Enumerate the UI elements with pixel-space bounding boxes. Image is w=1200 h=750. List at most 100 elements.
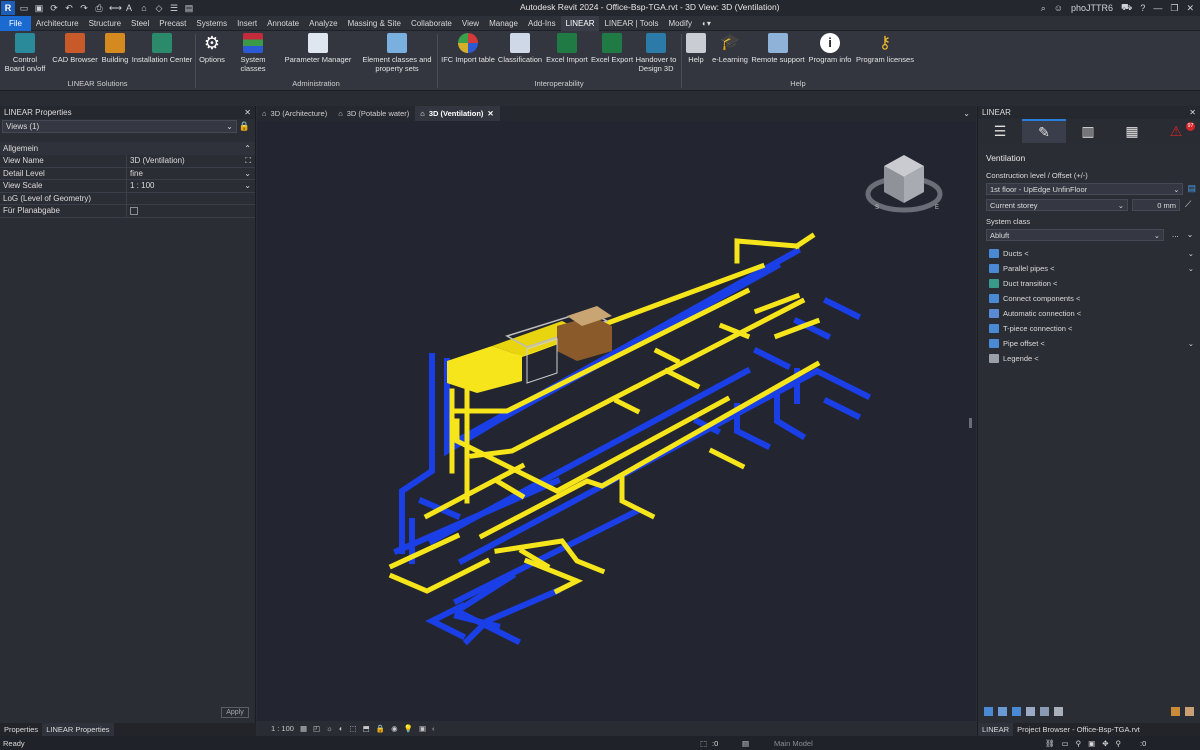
ribbon-extra-icon[interactable]: ◐▾	[697, 16, 716, 31]
property-value-cell[interactable]: fine ⌄	[127, 169, 255, 178]
ribbon-tab-insert[interactable]: Insert	[232, 16, 262, 31]
ribbon-tab-linear[interactable]: LINEAR	[560, 15, 600, 31]
tool-item-duct[interactable]: Ducts < ⌄	[989, 246, 1196, 261]
undo-icon[interactable]: ↶	[64, 3, 74, 14]
help-icon[interactable]: ?	[1140, 3, 1145, 13]
offset-input[interactable]: 0 mm	[1132, 199, 1180, 211]
columns-icon[interactable]: ▥	[1066, 119, 1110, 143]
print-icon[interactable]: ⎙	[94, 3, 104, 14]
ribbon-tab-structure[interactable]: Structure	[84, 16, 126, 31]
handover-button[interactable]: Handover to Design 3D	[634, 33, 678, 73]
user-icon[interactable]: ☺	[1054, 3, 1063, 13]
chevron-down-icon[interactable]: ⌄	[1188, 249, 1194, 258]
lock-view-icon[interactable]: 🔒	[376, 724, 385, 733]
property-row[interactable]: Detail Level fine ⌄	[0, 167, 255, 180]
tab-project-browser[interactable]: Project Browser - Office-Bsp-TGA.rvt	[1013, 723, 1144, 736]
property-row[interactable]: View Name 3D (Ventilation) ⛶	[0, 155, 255, 168]
remote-support-button[interactable]: Remote support	[751, 33, 805, 64]
close-hidden-icon[interactable]: ▤	[184, 3, 194, 14]
tool-icon[interactable]	[1026, 707, 1035, 716]
maximize-icon[interactable]: ❐	[1170, 3, 1178, 14]
design-options-icon[interactable]: ▤	[742, 739, 749, 748]
ribbon-tab-file[interactable]: File	[0, 15, 31, 31]
drag-icon[interactable]: ✥	[1102, 739, 1108, 748]
element-classes-button[interactable]: Element classes and property sets	[360, 33, 434, 73]
viewcube[interactable]: S E	[865, 155, 943, 213]
select-pinned-icon[interactable]: ⚲	[1076, 739, 1082, 748]
viewport-scroll-handle[interactable]	[969, 418, 972, 428]
tool-item-pipe-offset[interactable]: Pipe offset < ⌄	[989, 336, 1196, 351]
tool-item-t-piece[interactable]: T-piece connection <	[989, 321, 1196, 336]
person-icon[interactable]	[1185, 707, 1194, 716]
select-face-icon[interactable]: ▣	[1088, 739, 1095, 748]
stamp-icon[interactable]	[1171, 707, 1180, 716]
scroll-left-icon[interactable]: ‹	[432, 724, 435, 733]
classification-button[interactable]: Classification	[497, 33, 543, 64]
tab-menu-icon[interactable]: ⌄	[963, 109, 970, 118]
tool-icon[interactable]	[984, 707, 993, 716]
ifc-import-button[interactable]: IFC Import table	[440, 33, 496, 64]
storey-dropdown[interactable]: Current storey ⌄	[986, 199, 1128, 211]
tool-item-parallel-pipes[interactable]: Parallel pipes < ⌄	[989, 261, 1196, 276]
chevron-down-icon[interactable]: ⌄	[1188, 339, 1194, 348]
show-crop-icon[interactable]: ⬒	[363, 724, 370, 733]
workset-icon[interactable]: ⬚	[700, 739, 707, 748]
system-class-dropdown[interactable]: Abluft ⌄	[986, 229, 1164, 241]
ribbon-tab-manage[interactable]: Manage	[484, 16, 523, 31]
edit-icon[interactable]: ✎	[1022, 119, 1066, 143]
sun-path-icon[interactable]: ☼	[326, 724, 333, 733]
tool-item-automatic-connection[interactable]: Automatic connection <	[989, 306, 1196, 321]
visual-style-icon[interactable]: ◰	[313, 724, 320, 733]
e-learning-button[interactable]: 🎓 e-Learning	[710, 33, 750, 64]
tool-icon[interactable]	[1012, 707, 1021, 716]
property-value-cell[interactable]	[127, 206, 255, 215]
crop-view-icon[interactable]: ⬚	[350, 724, 357, 733]
chevron-down-icon[interactable]: ⌄	[1187, 230, 1194, 239]
level-icon[interactable]: ▤	[1187, 183, 1196, 194]
search-icon[interactable]: ⌕	[1041, 3, 1046, 14]
open-icon[interactable]: ▭	[19, 3, 29, 14]
tool-icon[interactable]	[998, 707, 1007, 716]
select-underlay-icon[interactable]: ▭	[1062, 739, 1069, 748]
view-tab-ventilation[interactable]: ⌂ 3D (Ventilation) ✕	[415, 106, 500, 121]
tab-linear-properties[interactable]: LINEAR Properties	[42, 723, 114, 736]
select-links-icon[interactable]: ⛓	[1045, 739, 1055, 748]
tool-icon[interactable]	[1040, 707, 1049, 716]
thin-lines-icon[interactable]: ☰	[169, 3, 179, 14]
property-row[interactable]: LoG (Level of Geometry)	[0, 192, 255, 205]
ribbon-tab-analyze[interactable]: Analyze	[304, 16, 342, 31]
section-icon[interactable]: ◇	[154, 3, 164, 14]
excel-export-button[interactable]: Excel Export	[590, 33, 634, 64]
help-button[interactable]: Help	[684, 33, 708, 64]
tool-icon[interactable]	[1054, 707, 1063, 716]
pick-icon[interactable]: ⟋	[1185, 199, 1191, 210]
cart-icon[interactable]: ⛟	[1121, 2, 1132, 14]
system-classes-button[interactable]: System classes	[227, 33, 279, 73]
cad-browser-button[interactable]: CAD Browser	[52, 33, 98, 64]
calculator-icon[interactable]: ▦	[1110, 119, 1154, 143]
air-handling-unit[interactable]	[447, 306, 612, 393]
filter-icon[interactable]: ⚲	[1116, 739, 1122, 748]
ribbon-tab-systems[interactable]: Systems	[191, 16, 232, 31]
ribbon-tab-architecture[interactable]: Architecture	[31, 16, 84, 31]
views-dropdown[interactable]: Views (1) ⌄	[2, 120, 237, 133]
temp-view-icon[interactable]: ▣	[419, 724, 426, 733]
tool-item-legend[interactable]: Legende <	[989, 351, 1196, 366]
property-value-cell[interactable]: 3D (Ventilation) ⛶	[127, 156, 255, 166]
property-value-cell[interactable]: 1 : 100 ⌄	[127, 181, 255, 190]
control-board-button[interactable]: Control Board on/off	[2, 33, 48, 73]
chevron-down-icon[interactable]: ⌄	[1188, 264, 1194, 273]
minimize-icon[interactable]: —	[1153, 3, 1162, 13]
3d-viewport[interactable]: S E	[257, 121, 976, 721]
user-name[interactable]: phoJTTR6	[1071, 3, 1113, 13]
close-panel-icon[interactable]: ✕	[1189, 108, 1196, 117]
view-tab-architecture[interactable]: ⌂ 3D (Architecture)	[257, 106, 333, 121]
shadows-icon[interactable]: ◐	[339, 724, 344, 733]
detail-level-icon[interactable]: ▦	[300, 724, 307, 733]
building-button[interactable]: Building	[99, 33, 131, 64]
program-info-button[interactable]: i Program info	[807, 33, 853, 64]
ribbon-tab-annotate[interactable]: Annotate	[262, 16, 304, 31]
sync-icon[interactable]: ⟳	[49, 3, 59, 14]
property-row[interactable]: Für Planabgabe	[0, 205, 255, 218]
tool-item-connect-components[interactable]: Connect components <	[989, 291, 1196, 306]
